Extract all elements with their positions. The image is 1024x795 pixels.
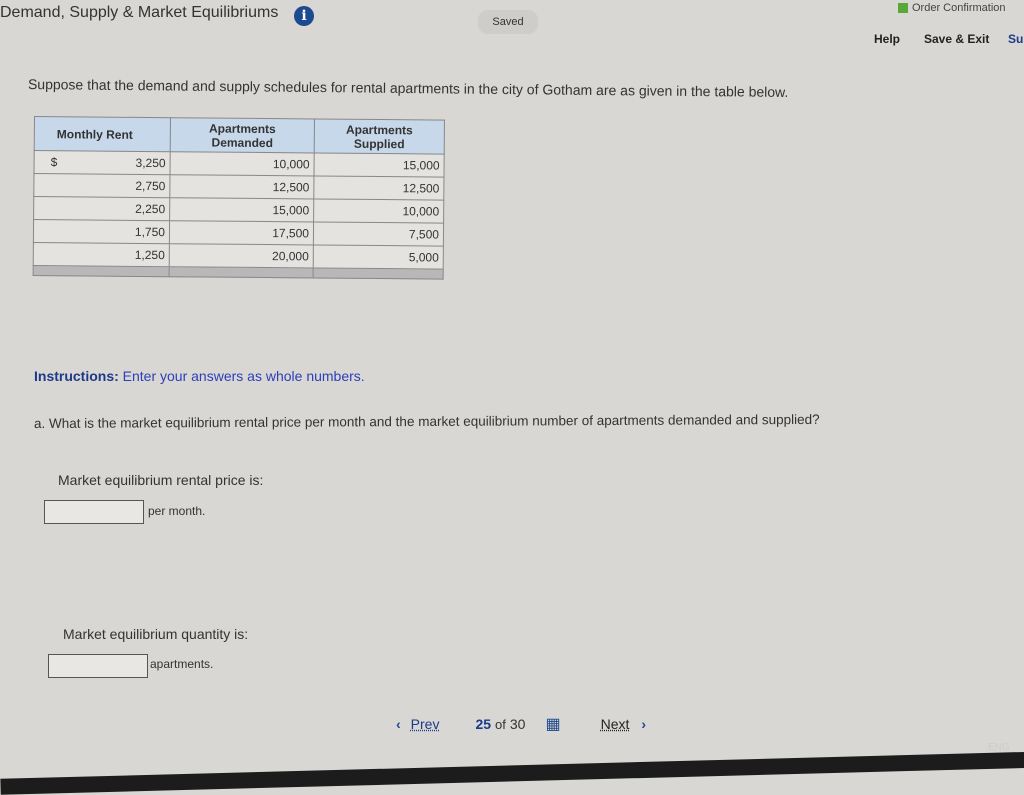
header-monthly-rent: Monthly Rent — [34, 116, 171, 152]
table-cell: 12,500 — [169, 174, 314, 199]
table-cell: 2,750 — [33, 173, 170, 198]
price-input[interactable] — [44, 500, 144, 524]
next-button[interactable]: Next — [601, 716, 630, 732]
table-cell: 10,000 — [169, 151, 315, 176]
currency-symbol: $ — [50, 155, 58, 170]
save-exit-button[interactable]: Save & Exit — [924, 32, 989, 46]
table-cell: 20,000 — [169, 243, 314, 268]
total-pages: 30 — [509, 716, 526, 732]
quantity-label: Market equilibrium quantity is: — [63, 626, 249, 642]
pagination: ‹ Prev 25 of 30 ▦ Next › — [396, 714, 646, 734]
cell-value: 17,500 — [272, 226, 310, 241]
chevron-right-icon[interactable]: › — [641, 716, 646, 732]
price-label: Market equilibrium rental price is: — [58, 472, 264, 488]
help-link[interactable]: Help — [874, 32, 900, 46]
schedule-table: Monthly Rent Apartments Demanded Apartme… — [33, 116, 445, 280]
cell-value: 10,000 — [272, 157, 310, 172]
saved-status-badge: Saved — [478, 10, 538, 34]
cell-value: 1,750 — [134, 224, 166, 240]
page-of: of — [495, 716, 506, 732]
order-confirmation-tab[interactable]: Order Confirmation — [912, 1, 1006, 15]
table-cell: 1,750 — [33, 219, 170, 244]
cell-value: 2,750 — [135, 178, 166, 194]
cell-value: 2,250 — [135, 201, 166, 217]
cell-value: 12,500 — [402, 181, 440, 196]
info-icon[interactable]: i — [294, 6, 314, 26]
instructions: Instructions: Enter your answers as whol… — [34, 368, 365, 384]
cell-value: 20,000 — [272, 249, 309, 264]
taskbar — [0, 752, 1024, 795]
table-cell: 17,500 — [169, 220, 314, 245]
quantity-input[interactable] — [48, 654, 148, 678]
chevron-left-icon[interactable]: ‹ — [396, 716, 401, 732]
cell-value: 3,250 — [135, 155, 166, 171]
cell-value: 12,500 — [272, 180, 310, 195]
page-title: Demand, Supply & Market Equilibriums — [0, 4, 279, 21]
header-supplied: Apartments Supplied — [314, 118, 445, 155]
submit-button[interactable]: Su — [1008, 32, 1023, 46]
cell-value: 10,000 — [402, 204, 440, 219]
prev-button[interactable]: Prev — [411, 716, 440, 732]
table-cell: 7,500 — [313, 221, 444, 247]
language-indicator[interactable]: ENG — [988, 742, 1010, 753]
table-cell: 12,500 — [313, 175, 444, 201]
grid-icon[interactable]: ▦ — [545, 714, 560, 734]
cell-value: 15,000 — [402, 158, 440, 173]
instructions-text: Enter your answers as whole numbers. — [122, 368, 365, 384]
intro-text: Suppose that the demand and supply sched… — [27, 76, 789, 100]
table-cell: 15,000 — [169, 197, 314, 222]
header-demanded: Apartments Demanded — [170, 117, 315, 153]
current-page: 25 — [475, 716, 492, 732]
cell-value: 5,000 — [408, 250, 439, 265]
cell-value: 7,500 — [408, 227, 440, 242]
table-cell: 1,250 — [33, 242, 170, 267]
cell-value: 15,000 — [272, 203, 310, 218]
table-cell: 5,000 — [313, 244, 444, 270]
table-cell: 2,250 — [33, 196, 170, 221]
table-cell: 15,000 — [313, 152, 445, 178]
question-a: a. What is the market equilibrium rental… — [33, 411, 820, 431]
quantity-unit: apartments. — [150, 657, 214, 671]
instructions-label: Instructions: — [34, 368, 119, 384]
table-cell: 10,000 — [313, 198, 444, 224]
order-confirmation-icon — [898, 3, 908, 13]
price-unit: per month. — [148, 504, 206, 518]
table-cell: $3,250 — [33, 150, 171, 175]
cell-value: 1,250 — [134, 247, 165, 263]
